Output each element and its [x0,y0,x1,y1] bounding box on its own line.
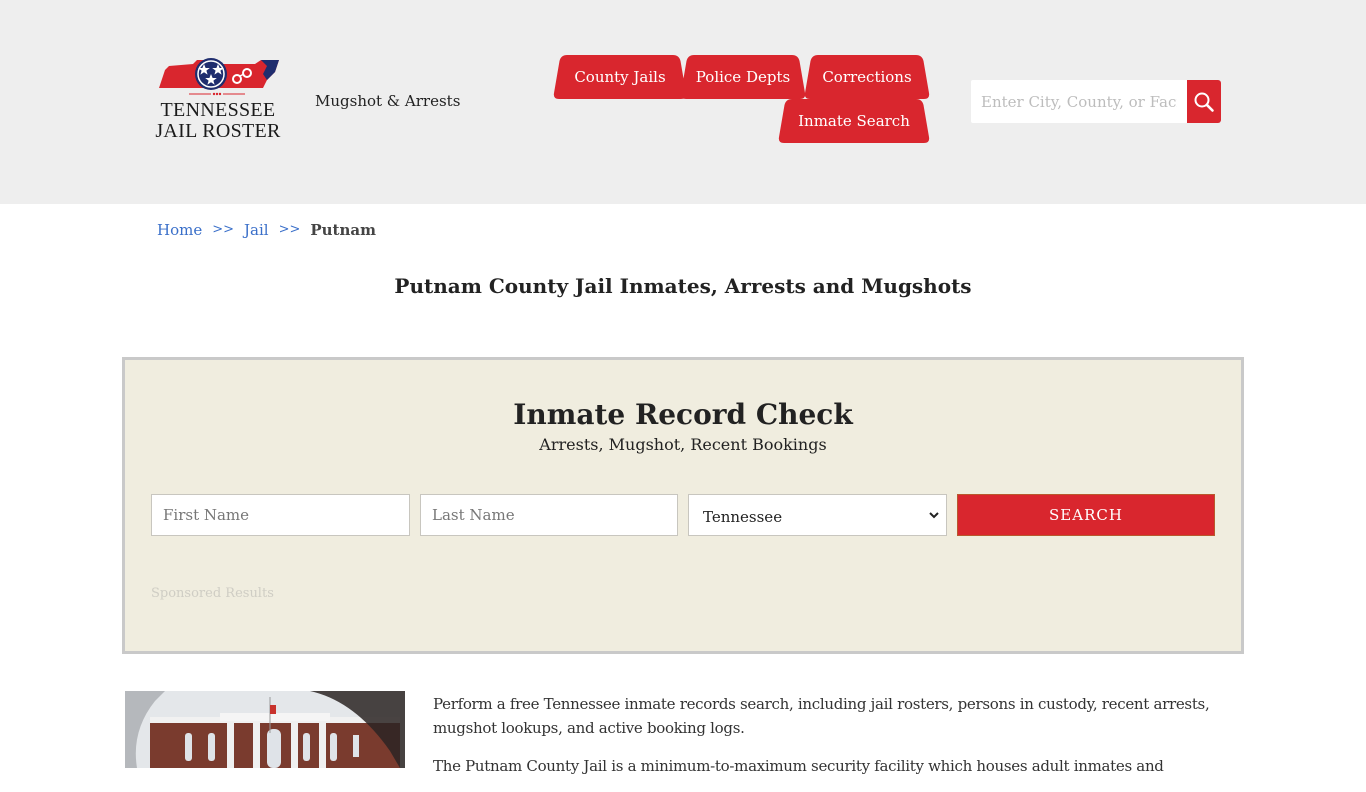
nav-tab-label: County Jails [574,68,666,86]
nav-tab-label: Corrections [822,68,912,86]
sponsored-results-label: Sponsored Results [151,586,274,601]
content-paragraph: Perform a free Tennessee inmate records … [433,695,1210,737]
breadcrumb-separator: >> [212,222,235,237]
content-paragraph: The Putnam County Jail is a minimum-to-m… [433,757,1164,775]
first-name-input[interactable] [151,494,410,536]
breadcrumb: Home >> Jail >> Putnam [157,221,376,239]
state-select[interactable]: Tennessee [688,494,947,536]
state-select-value: Tennessee [703,508,783,526]
breadcrumb-separator: >> [278,222,301,237]
logo-line-1: TENNESSEE [160,99,276,121]
nav-tab-inmate-search[interactable]: Inmate Search [778,99,930,143]
inmate-record-check-panel: Inmate Record Check Arrests, Mugshot, Re… [122,357,1244,654]
site-search [971,80,1221,123]
site-logo[interactable]: TENNESSEE JAIL ROSTER [154,56,282,148]
tennessee-flag-logo-icon [159,58,279,96]
breadcrumb-current: Putnam [310,221,376,239]
nav-tab-corrections[interactable]: Corrections [804,55,930,99]
breadcrumb-home[interactable]: Home [157,221,202,239]
courthouse-image [125,691,405,768]
nav-tab-label: Inmate Search [798,112,910,130]
nav-tab-label: Police Depts [695,68,791,86]
last-name-input[interactable] [420,494,678,536]
logo-text: TENNESSEE JAIL ROSTER [154,100,282,142]
search-icon [1194,92,1214,112]
site-header: TENNESSEE JAIL ROSTER Mugshot & Arrests … [0,0,1366,204]
nav-tab-county-jails[interactable]: County Jails [553,55,687,99]
record-search-button[interactable]: SEARCH [957,494,1215,536]
chevron-down-icon [929,512,939,519]
site-tagline: Mugshot & Arrests [315,92,461,110]
record-check-title: Inmate Record Check [513,398,853,431]
logo-line-2: JAIL ROSTER [155,120,281,142]
nav-tab-police-depts[interactable]: Police Depts [680,55,806,99]
site-search-button[interactable] [1187,80,1221,123]
page-title: Putnam County Jail Inmates, Arrests and … [394,274,972,298]
breadcrumb-jail[interactable]: Jail [244,221,269,239]
content-text: Perform a free Tennessee inmate records … [433,692,1243,792]
record-check-subtitle: Arrests, Mugshot, Recent Bookings [539,435,827,454]
jail-photo [125,691,405,768]
site-search-input[interactable] [971,80,1187,123]
